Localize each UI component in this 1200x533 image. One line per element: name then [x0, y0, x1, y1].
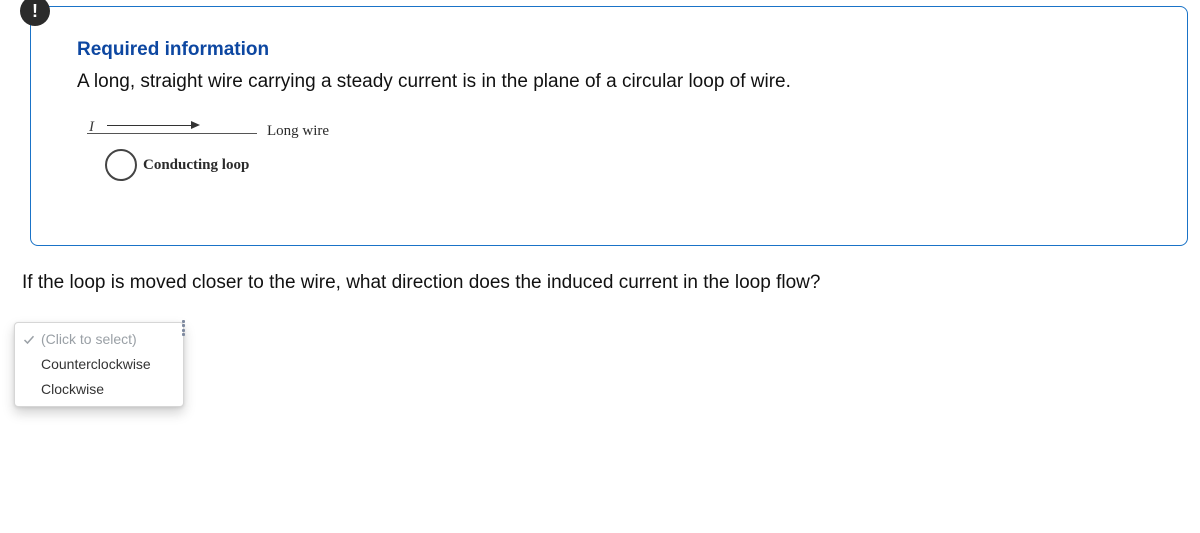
wire-loop-diagram: I Long wire Conducting loop	[83, 111, 343, 191]
required-info-card: ! Required information A long, straight …	[30, 6, 1188, 246]
dropdown-option-label: Clockwise	[41, 381, 104, 397]
dropdown-placeholder-item[interactable]: (Click to select)	[15, 327, 183, 352]
required-info-title: Required information	[77, 39, 1159, 61]
answer-select[interactable]: (Click to select) Counterclockwise Clock…	[14, 322, 190, 407]
check-icon	[23, 332, 35, 344]
alert-icon: !	[20, 0, 50, 26]
dropdown-option-counterclockwise[interactable]: Counterclockwise	[15, 352, 183, 377]
question-text: If the loop is moved closer to the wire,…	[22, 272, 1180, 294]
dropdown-option-clockwise[interactable]: Clockwise	[15, 377, 183, 402]
current-arrow-head-icon	[191, 121, 200, 129]
long-wire-line	[87, 133, 257, 134]
alert-glyph: !	[32, 1, 38, 22]
dropdown-option-label: Counterclockwise	[41, 356, 151, 372]
answer-dropdown[interactable]: (Click to select) Counterclockwise Clock…	[14, 322, 184, 407]
required-info-body: A long, straight wire carrying a steady …	[77, 71, 1159, 93]
page-root: ! Required information A long, straight …	[0, 0, 1200, 533]
conducting-loop-icon	[105, 149, 137, 181]
long-wire-label: Long wire	[267, 123, 329, 140]
dropdown-placeholder-label: (Click to select)	[41, 331, 137, 347]
current-arrow-line	[107, 125, 193, 126]
conducting-loop-label: Conducting loop	[143, 157, 249, 174]
